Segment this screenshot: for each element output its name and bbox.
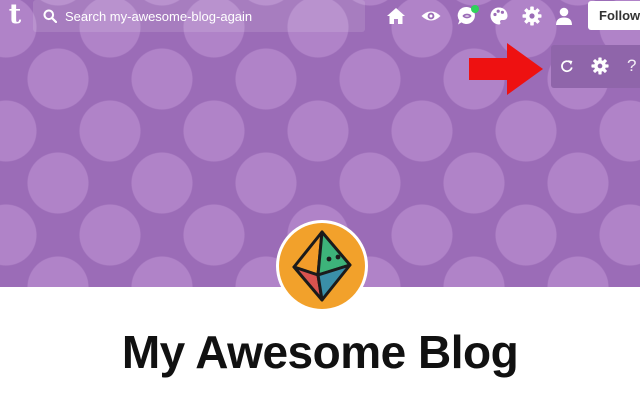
search-icon xyxy=(43,9,57,23)
blog-title: My Awesome Blog xyxy=(121,326,519,378)
palette-icon xyxy=(490,7,508,25)
eye-icon xyxy=(421,11,441,21)
messaging-button[interactable] xyxy=(456,5,479,27)
blog-settings-button[interactable] xyxy=(590,56,610,76)
settings-button[interactable] xyxy=(521,5,543,27)
red-arrow-annotation xyxy=(469,43,543,95)
search-box[interactable] xyxy=(33,0,365,32)
follow-button[interactable]: Follow xyxy=(588,1,640,30)
refresh-icon xyxy=(561,60,573,72)
refresh-button[interactable] xyxy=(557,56,577,76)
search-input[interactable] xyxy=(65,8,355,24)
octahedron-icon xyxy=(292,230,352,302)
customize-button[interactable] xyxy=(488,5,510,27)
top-nav-bar: t Search my-awesome-blog-again Follow xyxy=(0,0,640,32)
tumblr-logo[interactable]: t xyxy=(2,0,28,32)
avatar-image xyxy=(279,223,365,309)
user-icon xyxy=(556,7,572,25)
blog-controls-panel: ? xyxy=(551,45,640,88)
help-button[interactable]: ? xyxy=(627,54,640,78)
home-icon xyxy=(387,8,405,24)
blog-avatar[interactable] xyxy=(276,220,368,312)
home-button[interactable] xyxy=(385,5,407,27)
gear-icon xyxy=(522,6,542,26)
explore-button[interactable] xyxy=(420,5,442,27)
account-button[interactable] xyxy=(553,5,575,27)
gear-icon xyxy=(591,57,609,75)
notification-dot xyxy=(471,5,479,13)
